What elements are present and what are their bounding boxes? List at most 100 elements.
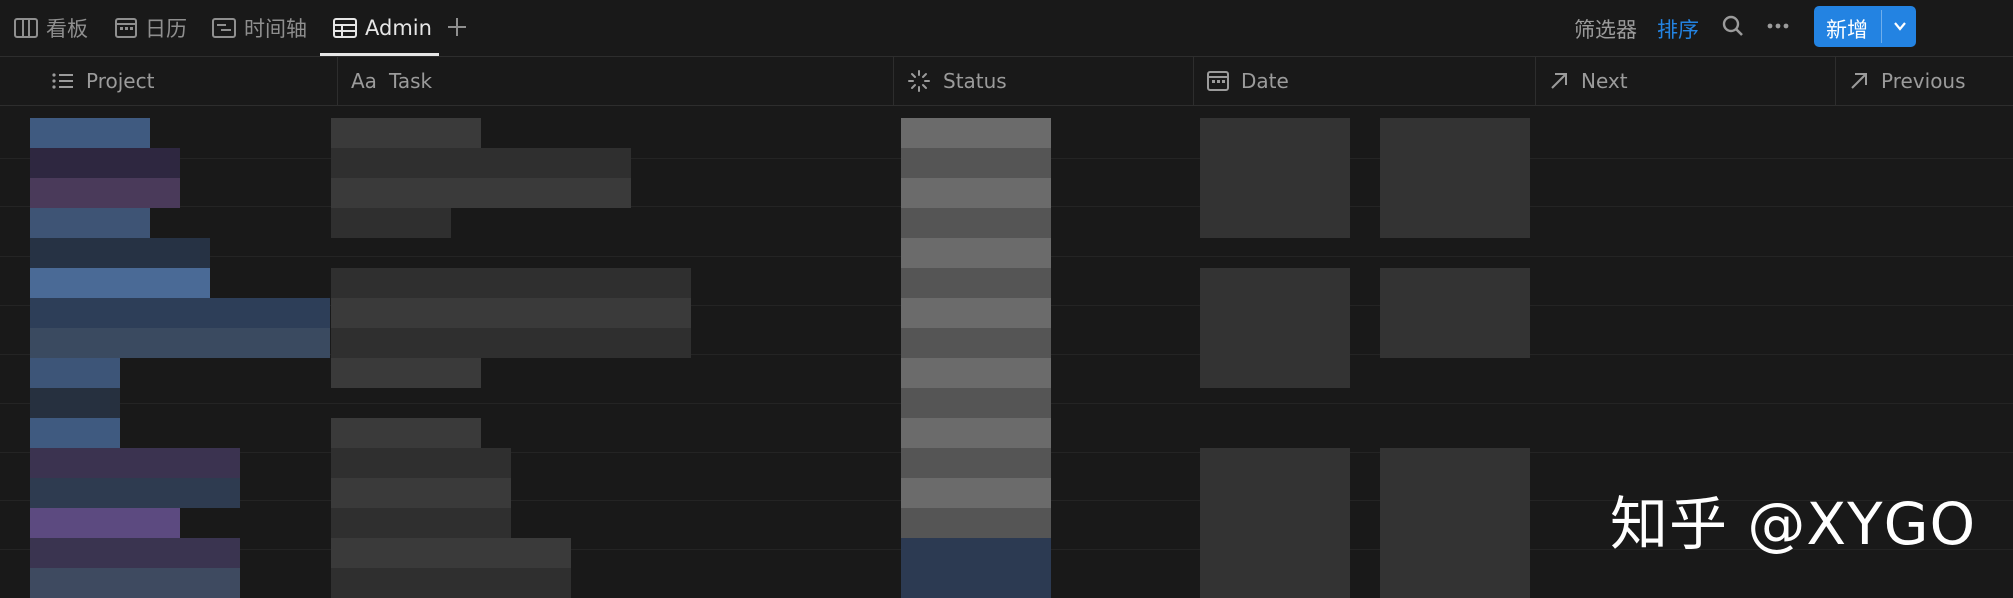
redacted-status-cell <box>901 178 1051 208</box>
redacted-date-cell <box>1380 208 1530 238</box>
redacted-date-cell <box>1200 478 1350 508</box>
redacted-status-cell <box>901 418 1051 448</box>
status-icon <box>908 70 930 92</box>
redacted-date-cell <box>1200 568 1350 598</box>
redacted-date-cell <box>1200 358 1350 388</box>
redacted-project-cell <box>30 178 180 208</box>
redacted-date-cell <box>1200 208 1350 238</box>
redacted-task-cell <box>331 268 691 298</box>
redacted-status-cell <box>901 298 1051 328</box>
redacted-status-cell <box>901 118 1051 148</box>
redacted-date-cell <box>1380 268 1530 298</box>
filter-button[interactable]: 筛选器 <box>1574 14 1637 44</box>
timeline-icon <box>212 18 236 38</box>
redacted-task-cell <box>331 208 451 238</box>
column-divider <box>337 57 338 105</box>
redacted-project-cell <box>30 478 240 508</box>
redacted-date-cell <box>1380 148 1530 178</box>
arrow-up-right-icon <box>1851 73 1867 89</box>
redacted-task-cell <box>331 538 571 568</box>
view-tabs: 看板 日历 时间轴 Admin <box>0 0 2013 56</box>
redacted-task-cell <box>331 178 631 208</box>
column-divider <box>1835 57 1836 105</box>
watermark: 知乎 @XYGO <box>1610 490 1977 558</box>
tab-calendar-label: 日历 <box>145 17 187 41</box>
chevron-down-icon[interactable] <box>1892 18 1908 34</box>
redacted-task-cell <box>331 418 481 448</box>
redacted-date-cell <box>1380 508 1530 538</box>
redacted-date-cell <box>1200 148 1350 178</box>
redacted-project-cell <box>30 328 330 358</box>
tab-timeline[interactable]: 时间轴 <box>212 0 307 56</box>
calendar-icon <box>115 18 137 38</box>
column-header-next[interactable]: Next <box>1549 57 1628 105</box>
tab-admin[interactable]: Admin <box>333 0 432 56</box>
tab-board-label: 看板 <box>46 17 88 41</box>
redacted-project-cell <box>30 298 330 328</box>
redacted-status-cell <box>901 388 1051 418</box>
board-icon <box>14 18 38 38</box>
column-header-status-label: Status <box>943 69 1007 93</box>
column-header-status[interactable]: Status <box>907 57 1007 105</box>
redacted-task-cell <box>331 478 511 508</box>
redacted-date-cell <box>1380 478 1530 508</box>
redacted-date-cell <box>1380 328 1530 358</box>
list-icon <box>52 73 73 89</box>
tab-timeline-label: 时间轴 <box>244 17 307 41</box>
column-header-next-label: Next <box>1581 69 1628 93</box>
redacted-project-cell <box>30 418 120 448</box>
redacted-status-cell <box>901 508 1051 538</box>
redacted-status-cell <box>901 208 1051 238</box>
sort-button[interactable]: 排序 <box>1657 14 1699 44</box>
redacted-status-cell <box>901 448 1051 478</box>
redacted-date-cell <box>1200 118 1350 148</box>
column-divider <box>1193 57 1194 105</box>
redacted-status-cell <box>901 358 1051 388</box>
add-view-icon[interactable] <box>446 16 468 38</box>
new-button-label: 新增 <box>1826 18 1868 42</box>
redacted-task-cell <box>331 448 511 478</box>
redacted-date-cell <box>1380 568 1530 598</box>
tab-board[interactable]: 看板 <box>14 0 88 56</box>
redacted-date-cell <box>1200 538 1350 568</box>
redacted-status-cell <box>901 568 1051 598</box>
redacted-project-cell <box>30 118 150 148</box>
redacted-date-cell <box>1380 178 1530 208</box>
redacted-date-cell <box>1380 298 1530 328</box>
redacted-status-cell <box>901 148 1051 178</box>
redacted-task-cell <box>331 118 481 148</box>
redacted-project-cell <box>30 358 120 388</box>
column-header-task[interactable]: Aa Task <box>351 57 432 105</box>
redacted-date-cell <box>1200 268 1350 298</box>
redacted-project-cell <box>30 448 240 478</box>
search-icon[interactable] <box>1721 14 1745 38</box>
redacted-date-cell <box>1380 118 1530 148</box>
tab-admin-label: Admin <box>365 16 432 40</box>
redacted-task-cell <box>331 328 691 358</box>
column-header-task-label: Task <box>388 69 433 93</box>
redacted-task-cell <box>331 148 631 178</box>
redacted-project-cell <box>30 388 120 418</box>
redacted-date-cell <box>1200 178 1350 208</box>
column-header-previous-label: Previous <box>1881 69 1966 93</box>
new-button[interactable]: 新增 <box>1814 6 1916 47</box>
redacted-task-cell <box>331 508 511 538</box>
tab-calendar[interactable]: 日历 <box>115 0 187 56</box>
column-header-date[interactable]: Date <box>1207 57 1289 105</box>
redacted-project-cell <box>30 148 180 178</box>
redacted-status-cell <box>901 238 1051 268</box>
more-icon[interactable] <box>1766 22 1790 30</box>
redacted-status-cell <box>901 478 1051 508</box>
redacted-date-cell <box>1380 538 1530 568</box>
redacted-project-cell <box>30 508 180 538</box>
redacted-task-cell <box>331 358 481 388</box>
redacted-project-cell <box>30 538 240 568</box>
column-header-project[interactable]: Project <box>52 57 154 105</box>
redacted-date-cell <box>1380 448 1530 478</box>
table-icon <box>333 18 357 38</box>
text-icon: Aa <box>351 69 377 93</box>
column-header-previous[interactable]: Previous <box>1849 57 1966 105</box>
redacted-date-cell <box>1200 298 1350 328</box>
arrow-up-right-icon <box>1551 73 1567 89</box>
redacted-status-cell <box>901 328 1051 358</box>
